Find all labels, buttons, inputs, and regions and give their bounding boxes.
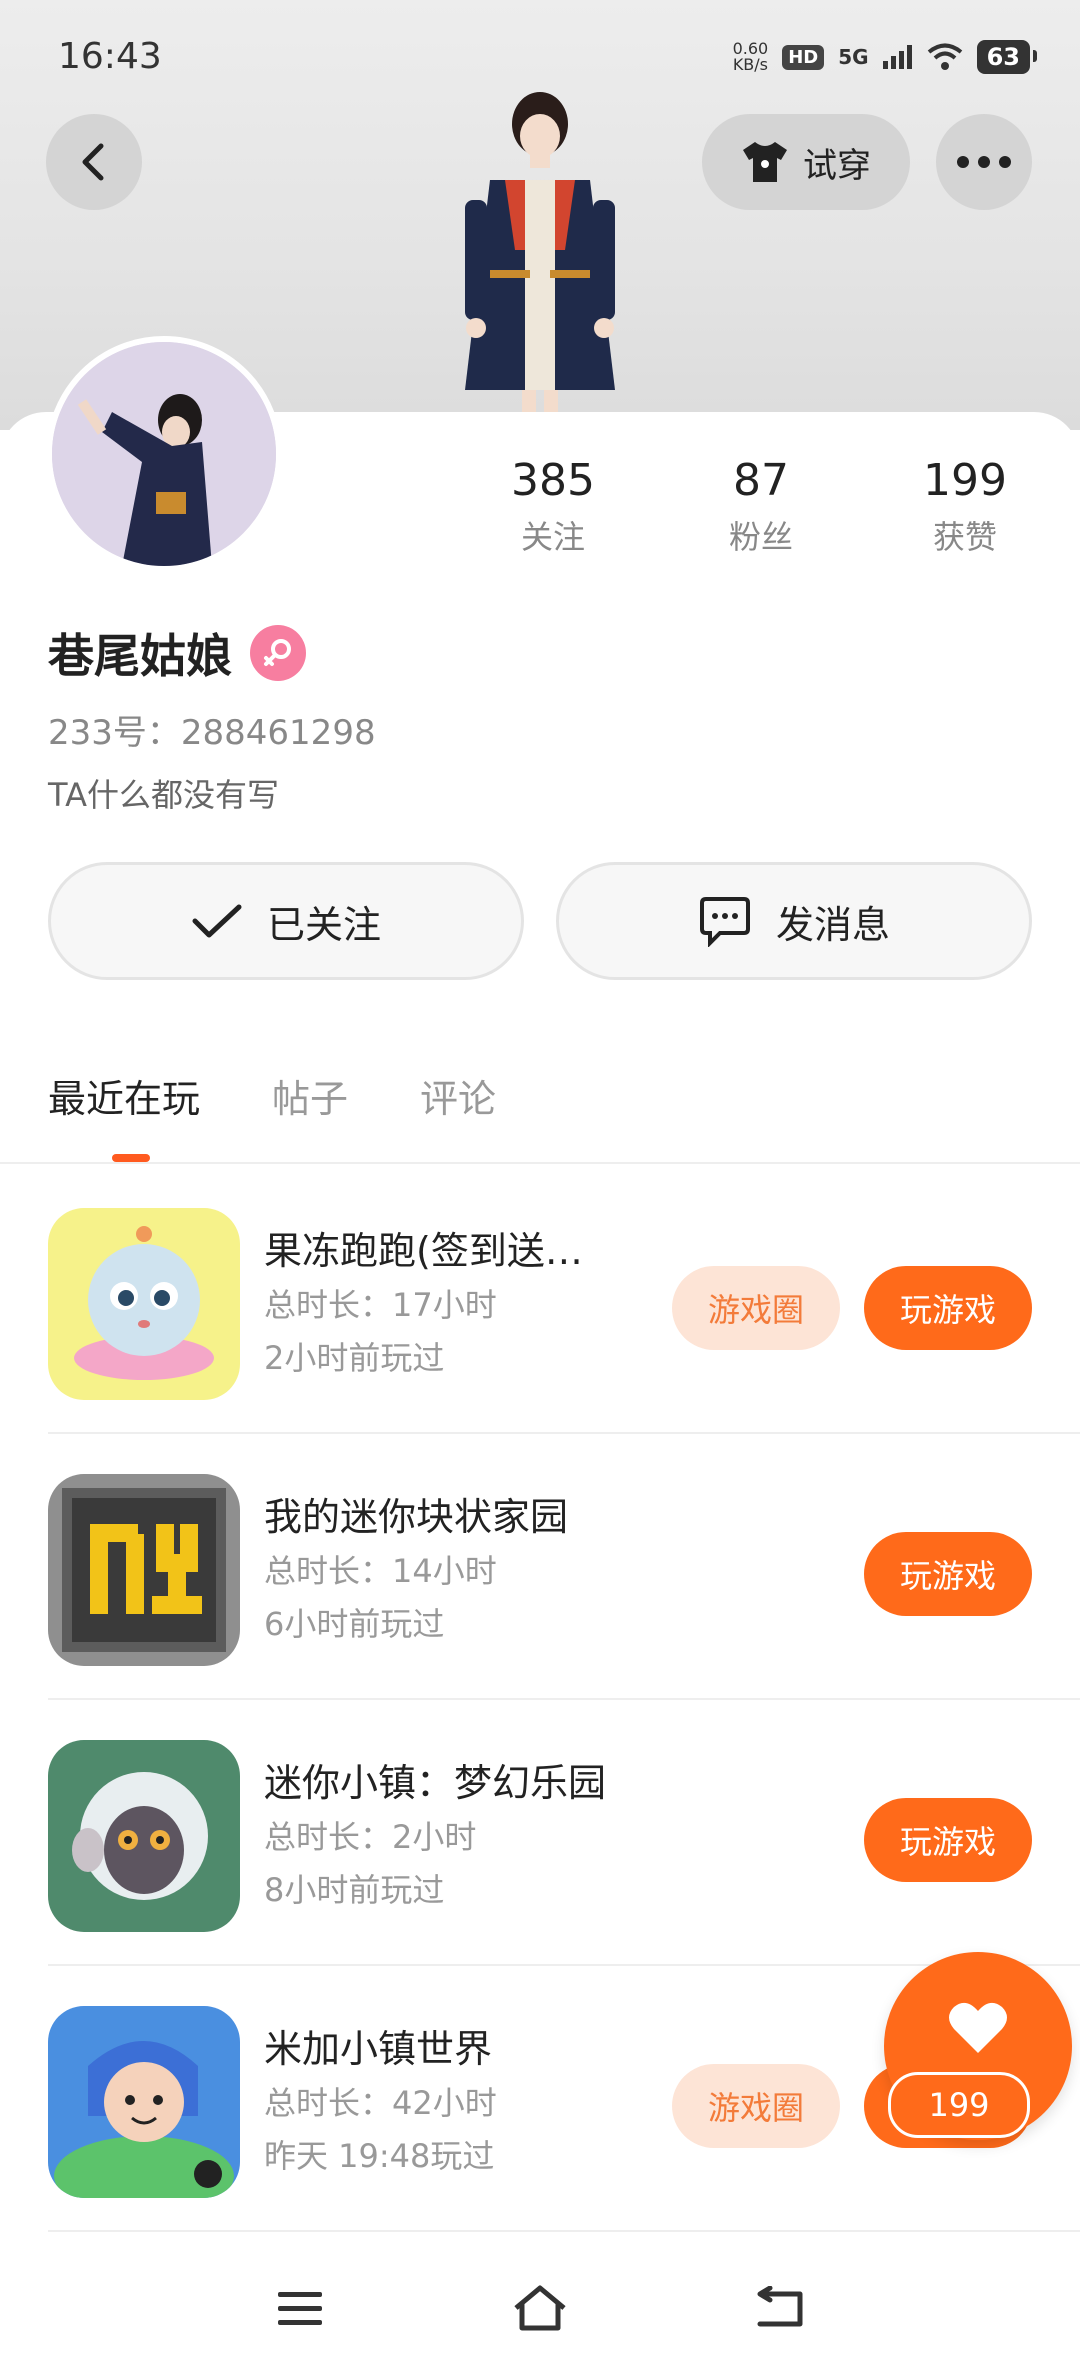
game-title: 果冻跑跑(签到送… bbox=[264, 1229, 583, 1273]
menu-icon bbox=[278, 2292, 322, 2325]
signal-icon bbox=[882, 45, 912, 69]
active-tab-indicator bbox=[112, 1154, 150, 1162]
game-circle-button[interactable]: 游戏圈 bbox=[672, 2064, 840, 2148]
game-circle-button[interactable]: 游戏圈 bbox=[672, 1266, 840, 1350]
followed-button[interactable]: 已关注 bbox=[48, 862, 524, 980]
profile-name: 巷尾姑娘 bbox=[48, 629, 232, 683]
user-id: 233号：288461298 bbox=[48, 713, 376, 753]
stat-followers[interactable]: 87 粉丝 bbox=[686, 455, 836, 558]
back-button[interactable] bbox=[46, 114, 142, 210]
try-on-label: 试穿 bbox=[803, 145, 871, 186]
game-title: 迷你小镇：梦幻乐园 bbox=[264, 1761, 607, 1805]
back-nav-button[interactable] bbox=[748, 2276, 812, 2340]
back-icon bbox=[757, 2286, 803, 2327]
avatar-image bbox=[52, 342, 276, 566]
profile-tabs: 最近在玩 帖子 评论 bbox=[48, 1068, 496, 1123]
stat-likes[interactable]: 199 获赞 bbox=[890, 455, 1040, 558]
tab-comments[interactable]: 评论 bbox=[420, 1068, 496, 1123]
tab-posts[interactable]: 帖子 bbox=[272, 1068, 348, 1123]
game-title: 米加小镇世界 bbox=[264, 2027, 493, 2071]
game-title: 我的迷你块状家园 bbox=[264, 1495, 569, 1539]
status-time: 16:43 bbox=[58, 36, 162, 77]
more-button[interactable] bbox=[936, 114, 1032, 210]
play-game-button[interactable]: 玩游戏 bbox=[864, 1798, 1032, 1882]
profile-name-row: 巷尾姑娘 bbox=[48, 620, 306, 686]
home-icon bbox=[514, 2285, 566, 2331]
home-button[interactable] bbox=[508, 2276, 572, 2340]
followed-label: 已关注 bbox=[266, 902, 381, 947]
more-dots-icon bbox=[957, 156, 1011, 168]
tshirt-icon bbox=[743, 142, 787, 182]
game-icon bbox=[48, 1208, 240, 1400]
menu-button[interactable] bbox=[268, 2276, 332, 2340]
check-icon bbox=[192, 904, 242, 938]
play-game-button[interactable]: 玩游戏 bbox=[864, 1532, 1032, 1616]
stat-following[interactable]: 385 关注 bbox=[478, 455, 628, 558]
hd-badge: HD bbox=[782, 44, 825, 70]
tab-divider bbox=[0, 1162, 1080, 1164]
send-message-label: 发消息 bbox=[775, 902, 890, 947]
play-duration: 总时长：14小时 bbox=[264, 1552, 497, 1590]
try-on-button[interactable]: 试穿 bbox=[702, 114, 910, 210]
row-divider bbox=[48, 2230, 1080, 2232]
avatar-character-render bbox=[465, 92, 615, 420]
send-message-button[interactable]: 发消息 bbox=[556, 862, 1032, 980]
wifi-icon bbox=[927, 43, 962, 70]
system-nav-bar bbox=[0, 2236, 1080, 2376]
network-type: 5G bbox=[838, 45, 869, 69]
network-speed: 0.60 KB/s bbox=[732, 39, 769, 74]
avatar[interactable] bbox=[46, 336, 282, 572]
list-item[interactable]: 迷你小镇：梦幻乐园 总时长：2小时 8小时前玩过 玩游戏 bbox=[0, 1700, 1080, 1966]
tab-recent-played[interactable]: 最近在玩 bbox=[48, 1068, 200, 1123]
last-played: 8小时前玩过 bbox=[264, 1871, 445, 1909]
play-duration: 总时长：2小时 bbox=[264, 1818, 477, 1856]
heart-icon bbox=[949, 2002, 1007, 2053]
last-played: 2小时前玩过 bbox=[264, 1339, 445, 1377]
play-duration: 总时长：42小时 bbox=[264, 2084, 497, 2122]
game-icon bbox=[48, 2006, 240, 2198]
status-bar: 16:43 0.60 KB/s HD 5G 63 bbox=[0, 0, 1080, 110]
list-item[interactable]: 果冻跑跑(签到送… 总时长：17小时 2小时前玩过 游戏圈 玩游戏 bbox=[0, 1168, 1080, 1434]
play-duration: 总时长：17小时 bbox=[264, 1286, 497, 1324]
chevron-left-icon bbox=[82, 143, 104, 181]
female-icon bbox=[250, 625, 306, 681]
list-item[interactable]: 我的迷你块状家园 总时长：14小时 6小时前玩过 玩游戏 bbox=[0, 1434, 1080, 1700]
play-game-button[interactable]: 玩游戏 bbox=[864, 1266, 1032, 1350]
last-played: 6小时前玩过 bbox=[264, 1605, 445, 1643]
chat-bubble-icon bbox=[699, 897, 750, 947]
battery-level: 63 bbox=[976, 40, 1038, 74]
like-count: 199 bbox=[888, 2072, 1030, 2138]
last-played: 昨天 19:48玩过 bbox=[264, 2137, 495, 2175]
game-icon bbox=[48, 1740, 240, 1932]
user-bio: TA什么都没有写 bbox=[48, 776, 279, 814]
game-icon bbox=[48, 1474, 240, 1666]
